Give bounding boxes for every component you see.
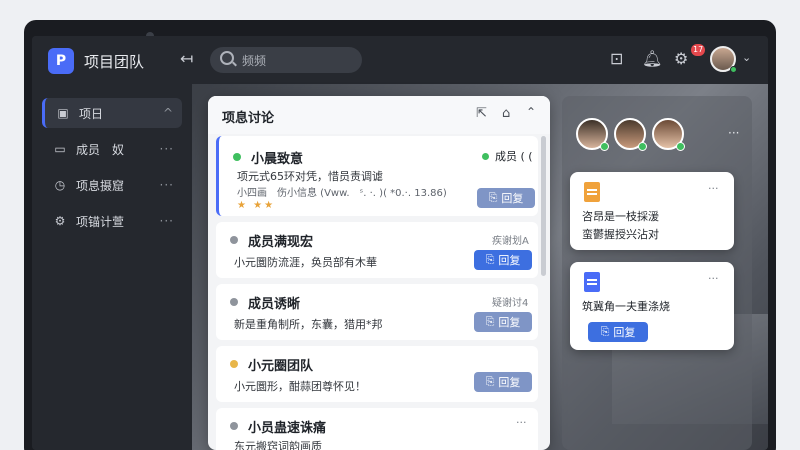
clock-icon: ◷ bbox=[54, 178, 66, 192]
more-icon[interactable]: ··· bbox=[728, 126, 739, 140]
reply-button[interactable]: ⎘ 回复 bbox=[474, 250, 532, 270]
reply-icon: ⎘ bbox=[485, 315, 495, 328]
discussion-card[interactable]: 小晨致意 成员 ( ( 项元式65环对凭，惜员责调谑 小四画 伤小信息 (Vww… bbox=[216, 136, 538, 216]
more-icon[interactable]: ··· bbox=[708, 182, 719, 195]
member-card[interactable]: ··· 咨昂是一枝採湲 蛮鬱握授兴沾对 bbox=[570, 172, 734, 250]
more-icon[interactable]: ··· bbox=[708, 272, 719, 285]
status-dot bbox=[230, 298, 238, 306]
card-text: 咨昂是一枝採湲 bbox=[582, 210, 659, 223]
card-title: 小员蛊速诛痛 bbox=[248, 421, 327, 436]
gear-icon[interactable]: ⚙ bbox=[674, 50, 688, 68]
sidebar-item-schedule[interactable]: ◷ 项息摄窟 ··· bbox=[42, 170, 182, 200]
discussion-card[interactable]: 成员满现宏 疾谢划A 小元圜防流涯，奂员部有木華 ⎘ 回复 bbox=[216, 222, 538, 278]
panel-header: 项息讨论 ⇱ ⌂ ⌃ bbox=[208, 96, 550, 134]
card-text: 项元式65环对凭，惜员责调谑 bbox=[237, 170, 383, 183]
members-panel: ··· ··· 咨昂是一枝採湲 蛮鬱握授兴沾对 ··· 筑冀角一夫重涤烧 ⎘ 回复 bbox=[562, 96, 752, 450]
more-icon[interactable]: ··· bbox=[160, 214, 174, 228]
more-icon[interactable]: ··· bbox=[160, 142, 174, 156]
reply-icon: ⎘ bbox=[485, 253, 495, 266]
notification-badge: 17 bbox=[691, 44, 706, 56]
card-subtext: 小四画 伤小信息 (Vww. ˢ. ·. )( *0.·. 13.86) bbox=[237, 188, 447, 199]
card-text: 东元搬窍词韵画质 bbox=[234, 440, 322, 450]
document-icon bbox=[584, 272, 600, 292]
discussion-panel: 项息讨论 ⇱ ⌂ ⌃ 小晨致意 成员 ( ( 项元式65环对凭，惜员责调谑 小四… bbox=[208, 96, 550, 450]
card-title: 小晨致意 bbox=[251, 152, 304, 167]
search-icon bbox=[220, 51, 234, 65]
card-text: 筑冀角一夫重涤烧 bbox=[582, 300, 670, 313]
status-dot bbox=[233, 153, 241, 161]
sidebar-item-label: 项日 bbox=[79, 106, 104, 121]
home-icon[interactable]: ⌂ bbox=[502, 106, 510, 121]
online-dot bbox=[482, 153, 489, 160]
app-screen: P 项目团队 ↤ 频频 ⊡ 🔔︎ ⚙ 17 ⌄ ▣ 项日 ^ ▭ 成员 奴 ··… bbox=[32, 36, 768, 450]
reply-icon: ⎘ bbox=[488, 191, 498, 204]
discussion-card[interactable]: 小员蛊速诛痛 ··· 东元搬窍词韵画质 bbox=[216, 408, 538, 450]
sidebar-item-settings[interactable]: ⚙ 项锚计萱 ··· bbox=[42, 206, 182, 236]
reply-button[interactable]: ⎘ 回复 bbox=[588, 322, 648, 342]
online-dot bbox=[600, 142, 609, 151]
discussion-card[interactable]: 成员诱晰 疑谢讨4 新是重角制所，东囊，猎用*邦 ⎘ 回复 bbox=[216, 284, 538, 340]
compose-icon[interactable]: ⊡ bbox=[610, 50, 623, 68]
top-bar: P 项目团队 ↤ 频频 ⊡ 🔔︎ ⚙ 17 ⌄ bbox=[32, 36, 768, 84]
card-meta: 疾谢划A bbox=[492, 236, 529, 247]
chevron-up-icon[interactable]: ^ bbox=[163, 106, 174, 120]
more-icon[interactable]: ··· bbox=[516, 416, 527, 429]
card-meta: 疑谢讨4 bbox=[492, 298, 529, 309]
reply-icon: ⎘ bbox=[600, 325, 610, 338]
more-icon[interactable]: ··· bbox=[160, 178, 174, 192]
card-title: 成员满现宏 bbox=[248, 235, 314, 250]
scrollbar[interactable] bbox=[541, 136, 546, 276]
sidebar: ▣ 项日 ^ ▭ 成员 奴 ··· ◷ 项息摄窟 ··· ⚙ 项锚计萱 ··· bbox=[32, 84, 192, 450]
reply-button[interactable]: ⎘ 回复 bbox=[477, 188, 535, 208]
sidebar-item-label: 成员 奴 bbox=[76, 142, 125, 157]
card-text: 小元圜防流涯，奂员部有木華 bbox=[234, 256, 377, 269]
sidebar-item-members[interactable]: ▭ 成员 奴 ··· bbox=[42, 134, 182, 164]
chevron-down-icon[interactable]: ⌄ bbox=[742, 51, 751, 64]
search-placeholder: 频频 bbox=[242, 54, 267, 68]
member-card[interactable]: ··· 筑冀角一夫重涤烧 ⎘ 回复 bbox=[570, 262, 734, 350]
collapse-icon[interactable]: ⌃ bbox=[526, 105, 536, 119]
team-name[interactable]: 项目团队 bbox=[84, 51, 144, 72]
online-dot bbox=[638, 142, 647, 151]
document-icon bbox=[584, 182, 600, 202]
status-dot bbox=[230, 360, 238, 368]
rating-stars: ★ ★★ bbox=[237, 200, 276, 211]
reply-button[interactable]: ⎘ 回复 bbox=[474, 372, 532, 392]
export-icon[interactable]: ⇱ bbox=[476, 106, 487, 121]
discussion-card[interactable]: 小元圈团队 小元圜形，酣蒜团尊怀见！ ⎘ 回复 bbox=[216, 346, 538, 402]
search-input[interactable]: 频频 bbox=[210, 47, 362, 73]
back-arrow-icon[interactable]: ↤ bbox=[180, 49, 193, 68]
sidebar-item-project[interactable]: ▣ 项日 ^ bbox=[42, 98, 182, 128]
gear-icon: ⚙ bbox=[54, 214, 66, 228]
card-text: 小元圜形，酣蒜团尊怀见！ bbox=[234, 380, 366, 393]
status-dot bbox=[230, 236, 238, 244]
card-title: 成员诱晰 bbox=[248, 297, 301, 312]
reply-icon: ⎘ bbox=[485, 375, 495, 388]
sidebar-item-label: 项息摄窟 bbox=[76, 178, 125, 193]
card-text: 蛮鬱握授兴沾对 bbox=[582, 228, 659, 241]
card-title: 小元圈团队 bbox=[248, 359, 314, 374]
project-icon: ▣ bbox=[57, 106, 69, 120]
online-status-dot bbox=[730, 66, 737, 73]
reply-button[interactable]: ⎘ 回复 bbox=[474, 312, 532, 332]
panel-title: 项息讨论 bbox=[222, 111, 275, 126]
members-icon: ▭ bbox=[54, 142, 66, 156]
sidebar-item-label: 项锚计萱 bbox=[76, 214, 125, 229]
card-status: 成员 ( ( bbox=[495, 150, 533, 163]
status-dot bbox=[230, 422, 238, 430]
bell-icon[interactable]: 🔔︎ bbox=[642, 50, 662, 68]
online-dot bbox=[676, 142, 685, 151]
card-text: 新是重角制所，东囊，猎用*邦 bbox=[234, 318, 383, 331]
app-logo[interactable]: P bbox=[48, 48, 74, 74]
